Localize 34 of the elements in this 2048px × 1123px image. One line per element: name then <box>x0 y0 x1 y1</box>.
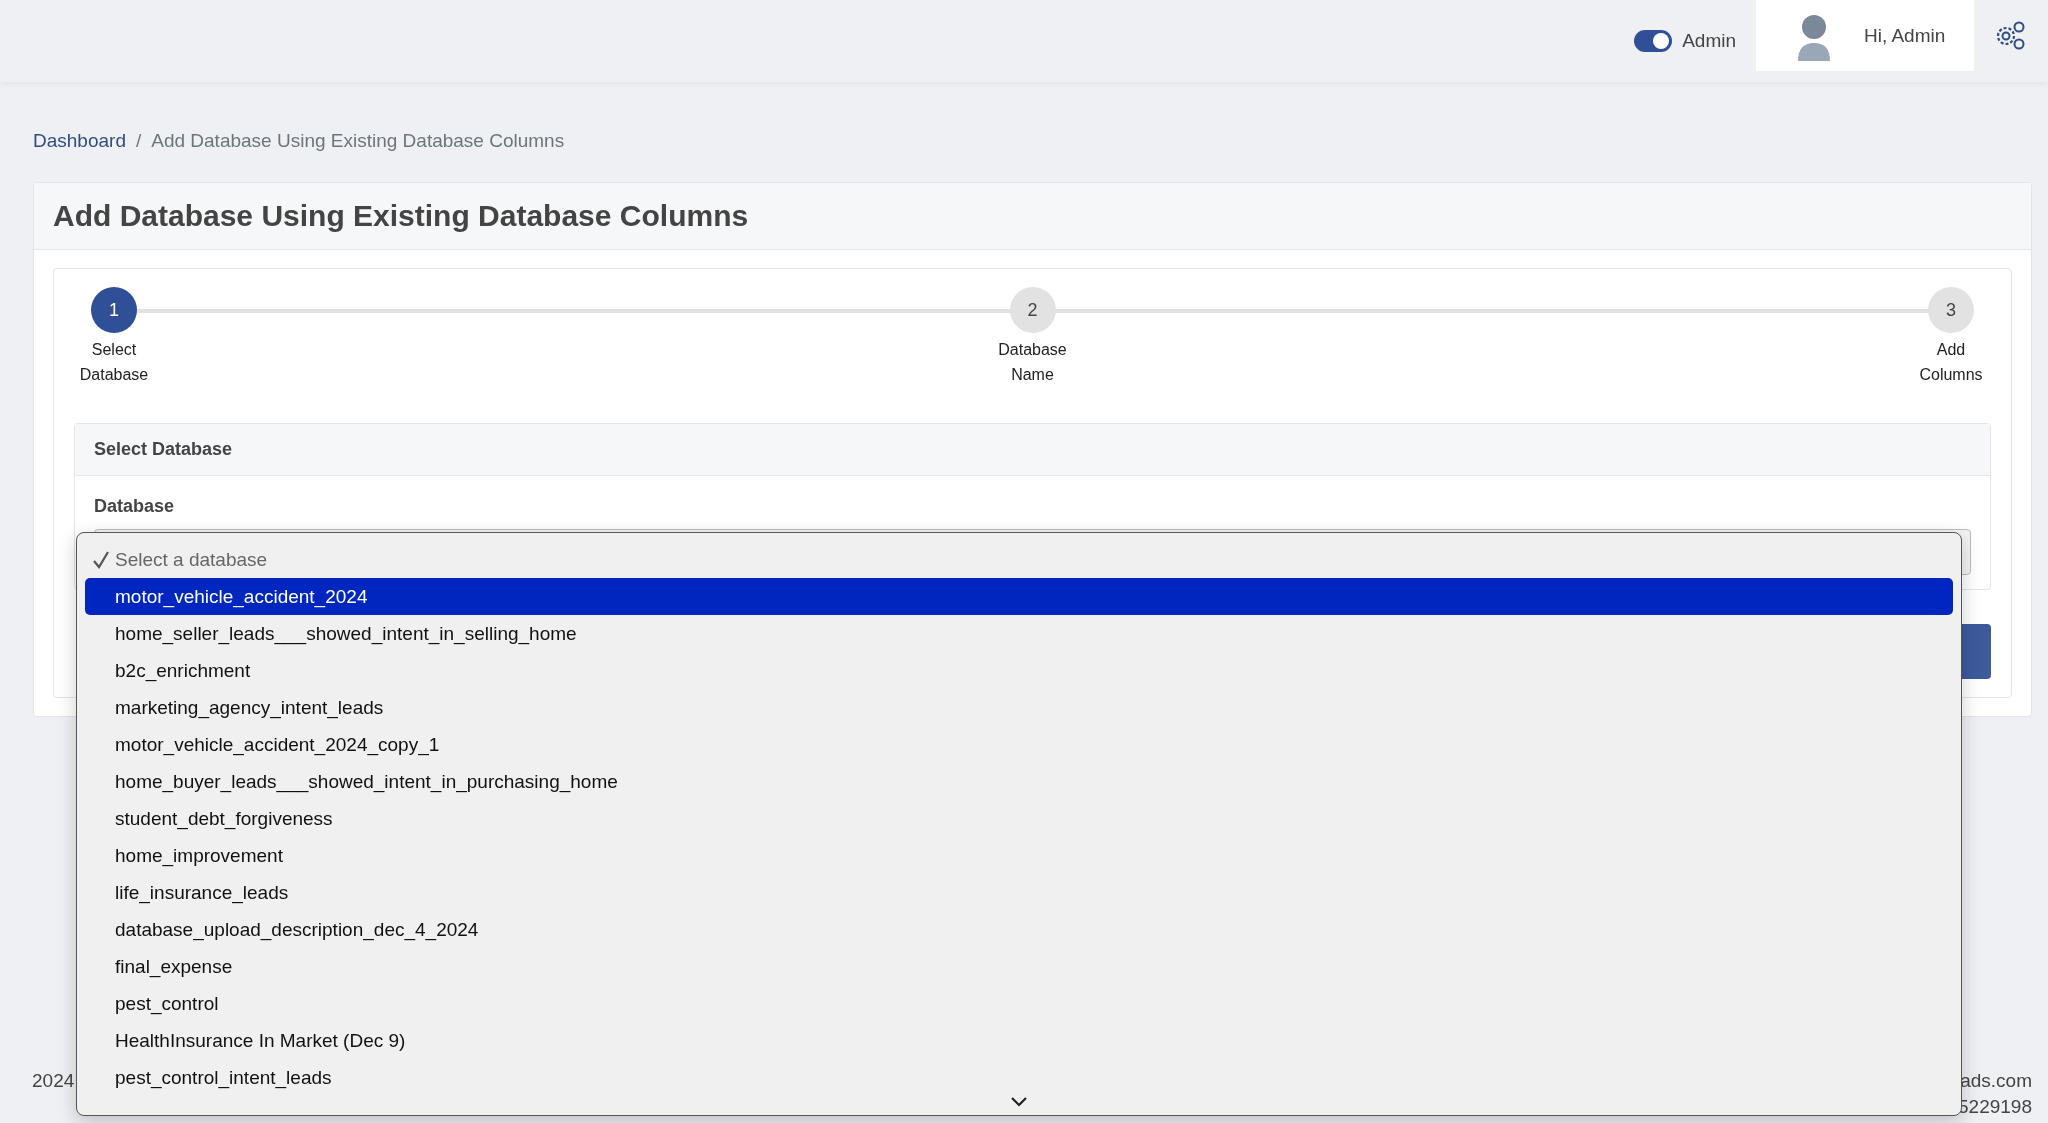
breadcrumb-link[interactable]: Dashboard <box>33 130 126 152</box>
step-circle: 3 <box>1928 287 1974 333</box>
step-label: Add Columns <box>1918 340 1984 385</box>
dropdown-option[interactable]: student_debt_forgiveness <box>85 800 1953 837</box>
card-title: Add Database Using Existing Database Columns <box>34 183 2031 250</box>
breadcrumb-current: Add Database Using Existing Database Columns <box>151 130 565 152</box>
dropdown-option[interactable]: Select a database <box>85 541 1953 578</box>
user-greeting: Hi, Admin <box>1864 24 1946 47</box>
toggle-label: Admin <box>1682 30 1736 52</box>
dropdown-option[interactable]: database_upload_description_dec_4_2024 <box>85 911 1953 948</box>
dropdown-option[interactable]: pest_control_intent_leads <box>85 1059 1953 1096</box>
dropdown-option[interactable]: home_improvement <box>85 837 1953 874</box>
step-circle: 1 <box>91 287 137 333</box>
dropdown-option[interactable]: HealthInsurance In Market (Dec 9) <box>85 1022 1953 1059</box>
dropdown-option[interactable]: motor_vehicle_accident_2024_copy_1 <box>85 726 1953 763</box>
step-label: Database Name <box>997 340 1068 385</box>
dropdown-option[interactable]: home_buyer_leads___showed_intent_in_purchasing_home <box>85 763 1953 800</box>
field-label: Database <box>94 496 176 517</box>
dropdown-option[interactable]: marketing_agency_intent_leads <box>85 689 1953 726</box>
dropdown-option[interactable]: motor_vehicle_accident_2024 <box>85 578 1953 615</box>
dropdown-option[interactable]: home_seller_leads___showed_intent_in_selling_home <box>85 615 1953 652</box>
breadcrumb-separator: / <box>135 130 142 152</box>
chevron-down-icon[interactable] <box>1011 1097 1027 1107</box>
footer-email: ads.com <box>1960 1070 2032 1092</box>
dropdown-option[interactable]: final_expense <box>85 948 1953 985</box>
dropdown-option[interactable]: life_insurance_leads <box>85 874 1953 911</box>
admin-toggle[interactable] <box>1634 30 1673 52</box>
settings-icon[interactable] <box>1994 20 2026 52</box>
dropdown-option[interactable]: b2c_enrichment <box>85 652 1953 689</box>
dropdown-option[interactable]: pest_control <box>85 985 1953 1022</box>
footer-text: 2024 <box>32 1070 75 1093</box>
section-title: Select Database <box>75 424 1990 476</box>
step-circle: 2 <box>1009 287 1056 333</box>
step-label: Select Database <box>78 340 150 385</box>
